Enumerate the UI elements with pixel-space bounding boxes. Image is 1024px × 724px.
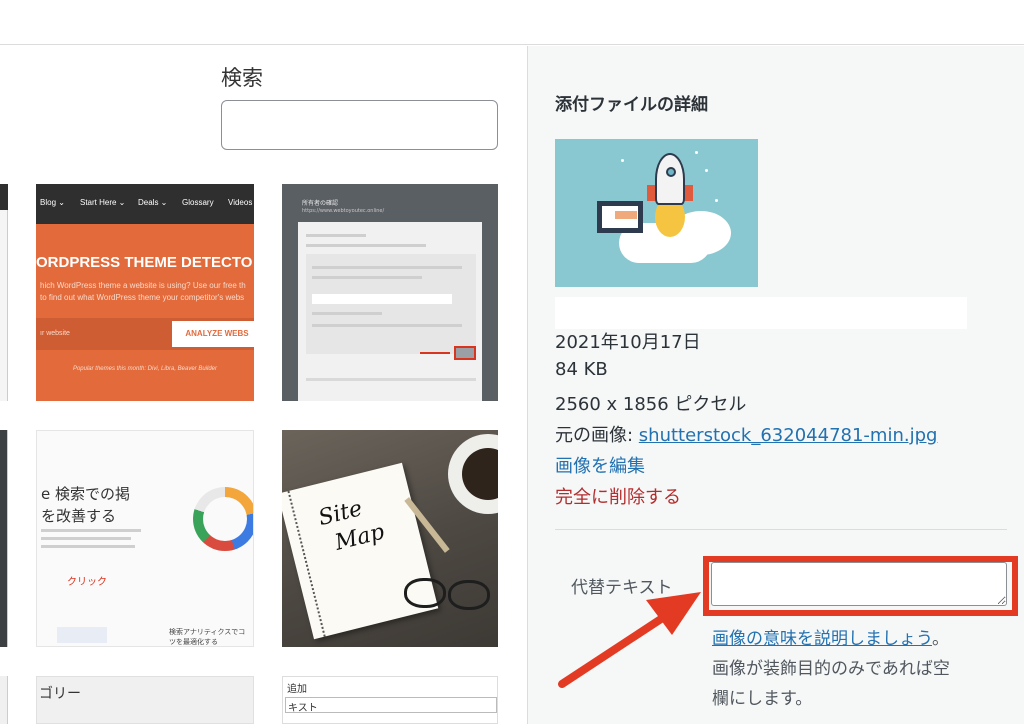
thumbnail-field: キスト <box>285 697 497 714</box>
thumbnail-line <box>306 244 426 247</box>
file-size: 84 KB <box>555 359 608 380</box>
upload-date: 2021年10月17日 <box>555 332 701 353</box>
thumbnail-text: ツを最適化する <box>169 638 218 646</box>
thumbnail-arrow <box>420 352 450 354</box>
thumbnail-text: クリック <box>67 577 107 588</box>
attachment-thumbnail-clipped[interactable] <box>0 430 8 647</box>
alt-text-help-suffix: 。 <box>931 629 949 649</box>
thumbnail-text: Glossary <box>182 198 214 207</box>
glasses-graphic <box>404 578 446 608</box>
sparkle-dot <box>715 199 718 202</box>
thumbnail-line <box>306 234 366 237</box>
thumbnail-text: hich WordPress theme a website is using?… <box>40 280 246 304</box>
attachment-thumbnail-clipped[interactable] <box>0 184 8 401</box>
top-bar <box>0 0 1024 45</box>
search-label: 検索 <box>221 66 263 90</box>
alt-text-help-line: 欄にします。 <box>712 689 813 709</box>
attachment-thumbnail-form[interactable]: 追加 キスト <box>282 676 498 724</box>
attachment-thumbnail-clipped[interactable] <box>0 676 8 724</box>
thumbnail-text: キスト <box>288 703 318 714</box>
thumbnail-text: を改善する <box>41 507 117 525</box>
attachment-thumbnail-console[interactable]: 所有者の確認 https://www.webtoyoutec.online/ <box>282 184 498 401</box>
thumbnail-line <box>312 294 452 304</box>
sparkle-dot <box>621 159 624 162</box>
original-image-label: 元の画像: <box>555 425 639 446</box>
thumbnail-text: e 検索での掲 <box>41 485 130 503</box>
attachment-thumbnail-analytics[interactable]: e 検索での掲 を改善する クリック 検索アナリティクスでコ ツを最適化する <box>36 430 254 647</box>
thumbnail-line <box>312 276 422 279</box>
thumbnail-text: to find out what WordPress theme your co… <box>40 293 245 302</box>
notepad-graphic: Site Map <box>282 462 439 640</box>
thumbnail-text: Blog ⌄ <box>40 198 65 207</box>
original-image-link[interactable]: shutterstock_632044781-min.jpg <box>639 425 938 446</box>
attachment-details-panel: 添付ファイルの詳細 2021年10月17日 84 KB 2560 x 1856 … <box>527 46 1024 724</box>
alt-text-label: 代替テキスト <box>571 578 673 598</box>
glasses-graphic <box>448 580 490 610</box>
attachment-thumbnail-sitemap[interactable]: Site Map <box>282 430 498 647</box>
filename-redacted <box>555 297 967 329</box>
search-input[interactable] <box>221 100 498 150</box>
image-dimensions: 2560 x 1856 ピクセル <box>555 394 747 415</box>
thumbnail-line <box>41 537 131 540</box>
divider <box>555 529 1007 530</box>
alt-text-help-line: 画像が装飾目的のみであれば空 <box>712 659 950 679</box>
thumbnail-line <box>312 266 462 269</box>
details-title: 添付ファイルの詳細 <box>555 95 708 115</box>
thumbnail-line <box>41 545 135 548</box>
rocket-window <box>666 167 676 177</box>
thumbnail-text: Videos <box>228 198 253 207</box>
thumbnail-text: Deals ⌄ <box>138 198 168 207</box>
thumbnail-text: 検索アナリティクスでコ <box>169 628 246 636</box>
thumbnail-donut-graphic <box>193 487 253 551</box>
thumbnail-text: ANALYZE WEBS <box>172 321 254 347</box>
thumbnail-text: Start Here ⌄ <box>80 198 126 207</box>
alt-text-help: 画像の意味を説明しましょう。 <box>712 624 949 649</box>
media-library-grid: 検索 Blog ⌄ Start Here ⌄ Deals ⌄ Glossary … <box>0 46 526 724</box>
attachment-thumbnail-theme-detector[interactable]: Blog ⌄ Start Here ⌄ Deals ⌄ Glossary Vid… <box>36 184 254 401</box>
thumbnail-text: ır website <box>40 330 70 337</box>
alt-text-input[interactable] <box>711 562 1007 606</box>
thumbnail-text: hich WordPress theme a website is using?… <box>40 281 246 290</box>
thumbnail-panel <box>306 254 476 354</box>
thumbnail-text: 追加 <box>287 684 307 695</box>
thumbnail-line <box>312 324 462 327</box>
thumbnail-nav: Blog ⌄ Start Here ⌄ Deals ⌄ Glossary Vid… <box>36 184 254 224</box>
thumbnail-text: https://www.webtoyoutec.online/ <box>302 208 385 214</box>
sparkle-dot <box>705 169 708 172</box>
thumbnail-line <box>312 312 382 315</box>
original-image-row: 元の画像: shutterstock_632044781-min.jpg <box>555 421 937 447</box>
coffee-cup-graphic <box>448 434 498 514</box>
thumbnail-line <box>306 378 476 381</box>
thumbnail-text: Popular themes this month: Divi, Libra, … <box>72 366 218 372</box>
rocket-icon <box>655 153 685 205</box>
thumbnail-text: ORDPRESS THEME DETECTO <box>36 254 253 271</box>
attachment-preview-image <box>555 139 758 287</box>
thumbnail-chip <box>57 627 107 643</box>
attachment-thumbnail-category[interactable]: ゴリー <box>36 676 254 724</box>
hand-graphic <box>615 211 637 219</box>
delete-permanently-link[interactable]: 完全に削除する <box>555 483 681 509</box>
sparkle-dot <box>695 151 698 154</box>
thumbnail-text: ゴリー <box>39 686 81 702</box>
thumbnail-line <box>41 529 141 532</box>
thumbnail-highlight <box>454 346 476 360</box>
edit-image-link[interactable]: 画像を編集 <box>555 452 645 478</box>
alt-text-help-link[interactable]: 画像の意味を説明しましょう <box>712 629 932 649</box>
thumbnail-text: 所有者の確認 <box>302 200 339 207</box>
